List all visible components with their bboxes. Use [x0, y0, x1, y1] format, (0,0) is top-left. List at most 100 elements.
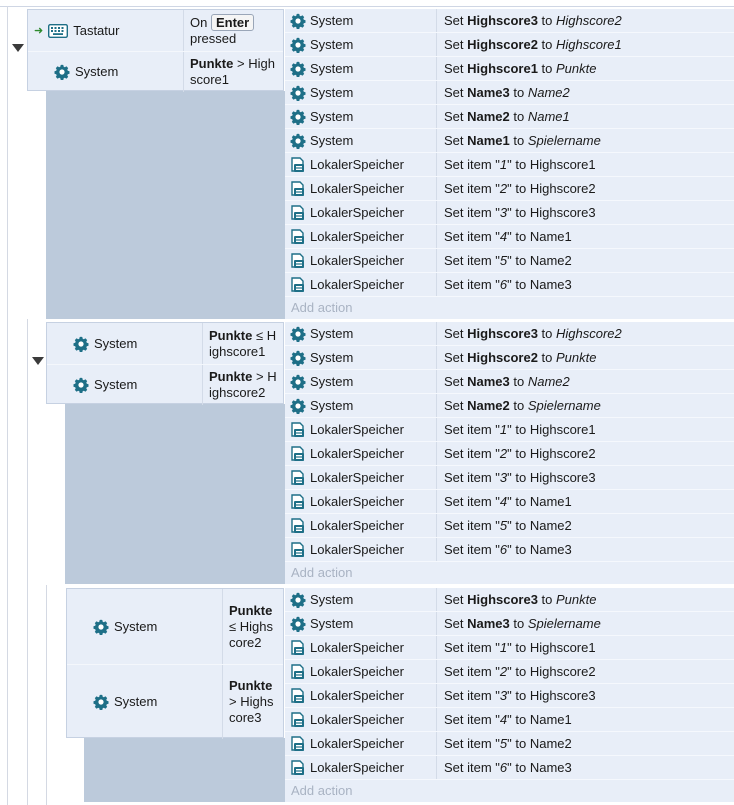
local-storage-icon	[290, 252, 306, 269]
local-storage-icon	[290, 156, 306, 173]
action-object-name: System	[310, 13, 354, 28]
condition-row[interactable]: System Punkte > Highscore3	[67, 664, 283, 739]
collapse-toggle[interactable]	[12, 44, 24, 52]
action-value: Highscore2	[556, 13, 622, 28]
action-row[interactable]: System Set Highscore2 to Highscore1	[285, 33, 734, 57]
action-row[interactable]: LokalerSpeicher Set item "5" to Name2	[285, 514, 734, 538]
action-row[interactable]: System Set Highscore3 to Highscore2	[285, 322, 734, 346]
action-row[interactable]: LokalerSpeicher Set item "4" to Name1	[285, 490, 734, 514]
action-connector: " to	[507, 422, 530, 437]
condition-block[interactable]: ➜ Tastatur On Enter pressed System Punkte > H…	[27, 9, 284, 92]
gear-icon	[290, 592, 306, 608]
action-verb: Set item "	[444, 157, 500, 172]
action-target: Highscore2	[467, 37, 538, 52]
action-row[interactable]: LokalerSpeicher Set item "5" to Name2	[285, 732, 734, 756]
condition-object: System	[47, 323, 203, 364]
condition-row[interactable]: System Punkte ≤ Highscore1	[47, 323, 283, 364]
action-row[interactable]: LokalerSpeicher Set item "4" to Name1	[285, 225, 734, 249]
action-row[interactable]: LokalerSpeicher Set item "3" to Highscore…	[285, 201, 734, 225]
action-value: Name1	[529, 712, 572, 727]
action-value: Spielername	[527, 133, 601, 148]
action-row[interactable]: LokalerSpeicher Set item "2" to Highscore…	[285, 177, 734, 201]
local-storage-icon	[290, 276, 306, 293]
action-row[interactable]: System Set Highscore1 to Punkte	[285, 57, 734, 81]
gear-icon	[290, 109, 306, 125]
action-connector: " to	[507, 664, 530, 679]
tree-indent-line	[27, 585, 28, 805]
action-row[interactable]: LokalerSpeicher Set item "1" to Highscore…	[285, 153, 734, 177]
action-value: Highscore1	[529, 422, 596, 437]
action-value: Highscore3	[529, 470, 596, 485]
gear-icon	[290, 85, 306, 101]
condition-operator: ≤	[255, 327, 264, 343]
collapse-toggle[interactable]	[32, 357, 44, 365]
action-value: Name2	[529, 518, 572, 533]
action-row[interactable]: System Set Highscore3 to Punkte	[285, 588, 734, 612]
action-row[interactable]: LokalerSpeicher Set item "2" to Highscore…	[285, 442, 734, 466]
action-object: System	[285, 81, 437, 104]
condition-row[interactable]: ➜ Tastatur On Enter pressed	[28, 10, 283, 51]
action-object: System	[285, 105, 437, 128]
action-row[interactable]: LokalerSpeicher Set item "6" to Name3	[285, 538, 734, 562]
add-action-button[interactable]: Add action	[285, 780, 734, 802]
action-object-name: LokalerSpeicher	[310, 542, 404, 557]
action-verb: Set item "	[444, 470, 500, 485]
action-row[interactable]: System Set Name1 to Spielername	[285, 129, 734, 153]
condition-text: Punkte ≤ Highscore1	[203, 323, 283, 364]
condition-row[interactable]: System Punkte > Highscore1	[28, 51, 283, 92]
action-text: Set item "4" to Name1	[444, 708, 572, 731]
action-verb: Set	[444, 326, 468, 341]
action-connector: " to	[507, 157, 530, 172]
condition-block[interactable]: System Punkte ≤ Highscore1 System Punkte > …	[46, 322, 284, 405]
action-connector: " to	[507, 446, 530, 461]
action-row[interactable]: LokalerSpeicher Set item "6" to Name3	[285, 756, 734, 780]
condition-block[interactable]: System Punkte ≤ Highscore2 System Punkte > …	[66, 588, 284, 739]
action-connector: to	[509, 616, 528, 631]
action-row[interactable]: System Set Name2 to Spielername	[285, 394, 734, 418]
action-text: Set Name3 to Name2	[444, 81, 570, 104]
condition-variable: Punkte	[190, 55, 234, 71]
add-action-button[interactable]: Add action	[285, 562, 734, 584]
action-object: System	[285, 9, 437, 32]
action-row[interactable]: System Set Name3 to Spielername	[285, 612, 734, 636]
action-verb: Set item "	[444, 494, 500, 509]
gear-icon	[290, 61, 306, 77]
action-connector: to	[537, 13, 557, 28]
action-row[interactable]: LokalerSpeicher Set item "2" to Highscore…	[285, 660, 734, 684]
action-row[interactable]: System Set Highscore2 to Punkte	[285, 346, 734, 370]
local-storage-icon	[290, 445, 306, 462]
action-row[interactable]: System Set Name2 to Name1	[285, 105, 734, 129]
condition-row[interactable]: System Punkte ≤ Highscore2	[67, 589, 283, 664]
action-verb: Set	[444, 133, 468, 148]
action-row[interactable]: LokalerSpeicher Set item "1" to Highscore…	[285, 418, 734, 442]
action-row[interactable]: LokalerSpeicher Set item "4" to Name1	[285, 708, 734, 732]
action-row[interactable]: LokalerSpeicher Set item "3" to Highscore…	[285, 466, 734, 490]
condition-variable: Punkte	[209, 327, 253, 343]
action-verb: Set item "	[444, 518, 500, 533]
condition-line: Punkte > Highscore1	[190, 56, 277, 88]
add-action-button[interactable]: Add action	[285, 297, 734, 319]
action-verb: Set item "	[444, 446, 500, 461]
condition-object-name: System	[94, 377, 138, 392]
action-row[interactable]: System Set Highscore3 to Highscore2	[285, 9, 734, 33]
condition-line: On Enter	[190, 14, 277, 31]
action-row[interactable]: LokalerSpeicher Set item "5" to Name2	[285, 249, 734, 273]
action-row[interactable]: LokalerSpeicher Set item "6" to Name3	[285, 273, 734, 297]
condition-object: System	[47, 364, 203, 405]
condition-object: System	[28, 51, 184, 92]
action-object: LokalerSpeicher	[285, 538, 437, 561]
action-target: Name1	[467, 133, 510, 148]
action-row[interactable]: System Set Name3 to Name2	[285, 370, 734, 394]
condition-row[interactable]: System Punkte > Highscore2	[47, 364, 283, 405]
action-object-name: System	[310, 616, 354, 631]
action-row[interactable]: LokalerSpeicher Set item "3" to Highscore…	[285, 684, 734, 708]
action-row[interactable]: LokalerSpeicher Set item "1" to Highscore…	[285, 636, 734, 660]
gear-icon	[290, 398, 306, 414]
action-value: Spielername	[527, 616, 601, 631]
condition-separator	[67, 664, 283, 665]
action-value: Highscore1	[529, 157, 596, 172]
action-text: Set item "1" to Highscore1	[444, 636, 596, 659]
action-connector: " to	[507, 181, 530, 196]
action-row[interactable]: System Set Name3 to Name2	[285, 81, 734, 105]
condition-object-name: System	[75, 64, 119, 79]
